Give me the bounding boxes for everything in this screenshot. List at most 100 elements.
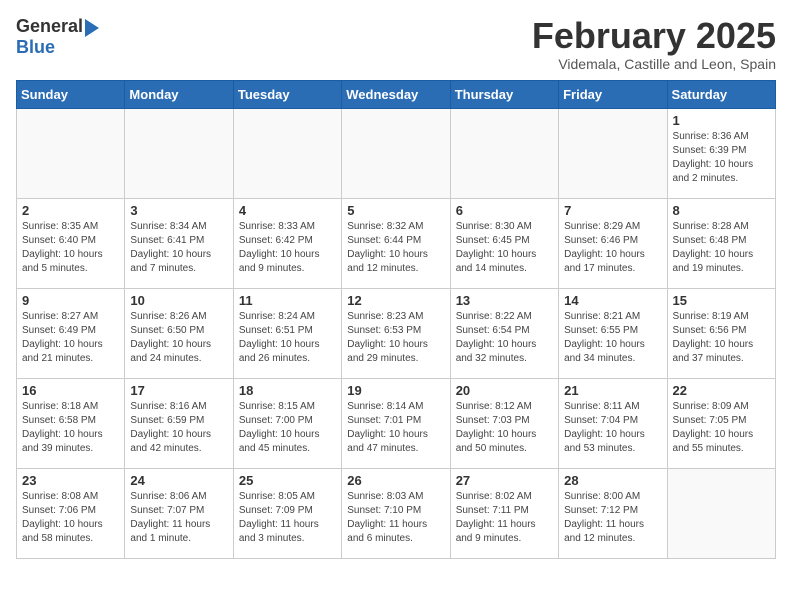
day-number: 15 — [673, 293, 770, 308]
table-row: 26 Sunrise: 8:03 AM Sunset: 7:10 PM Dayli… — [342, 468, 450, 558]
table-row: 9 Sunrise: 8:27 AM Sunset: 6:49 PM Daylig… — [17, 288, 125, 378]
table-row: 19Sunrise: 8:14 AM Sunset: 7:01 PM Dayli… — [342, 378, 450, 468]
header-saturday: Saturday — [667, 80, 775, 108]
table-row — [559, 108, 667, 198]
day-info: Sunrise: 8:33 AM Sunset: 6:42 PM Dayligh… — [239, 220, 336, 276]
day-number: 1 — [673, 113, 770, 128]
table-row — [125, 108, 233, 198]
table-row: 23 Sunrise: 8:08 AM Sunset: 7:06 PM Dayli… — [17, 468, 125, 558]
table-row: 13 Sunrise: 8:22 AM Sunset: 6:54 PM Dayli… — [450, 288, 558, 378]
header-wednesday: Wednesday — [342, 80, 450, 108]
day-number: 10 — [130, 293, 227, 308]
week-row-3: 9 Sunrise: 8:27 AM Sunset: 6:49 PM Daylig… — [17, 288, 776, 378]
day-info: Sunrise: 8:16 AM Sunset: 6:59 PM Dayligh… — [130, 400, 227, 456]
header-sunday: Sunday — [17, 80, 125, 108]
day-info: Sunrise: 8:02 AM Sunset: 7:11 PM Dayligh… — [456, 490, 553, 546]
day-info: Sunrise: 8:22 AM Sunset: 6:54 PM Dayligh… — [456, 310, 553, 366]
table-row: 21 Sunrise: 8:11 AM Sunset: 7:04 PM Dayli… — [559, 378, 667, 468]
day-info: Sunrise: 8:23 AM Sunset: 6:53 PM Dayligh… — [347, 310, 444, 366]
day-number: 23 — [22, 473, 119, 488]
table-row: 8 Sunrise: 8:28 AM Sunset: 6:48 PM Daylig… — [667, 198, 775, 288]
day-info: Sunrise: 8:06 AM Sunset: 7:07 PM Dayligh… — [130, 490, 227, 546]
table-row: 24 Sunrise: 8:06 AM Sunset: 7:07 PM Dayli… — [125, 468, 233, 558]
day-number: 17 — [130, 383, 227, 398]
day-number: 8 — [673, 203, 770, 218]
day-info: Sunrise: 8:28 AM Sunset: 6:48 PM Dayligh… — [673, 220, 770, 276]
day-info: Sunrise: 8:32 AM Sunset: 6:44 PM Dayligh… — [347, 220, 444, 276]
day-info: Sunrise: 8:30 AM Sunset: 6:45 PM Dayligh… — [456, 220, 553, 276]
day-info: Sunrise: 8:35 AM Sunset: 6:40 PM Dayligh… — [22, 220, 119, 276]
header-row: Sunday Monday Tuesday Wednesday Thursday… — [17, 80, 776, 108]
day-info: Sunrise: 8:27 AM Sunset: 6:49 PM Dayligh… — [22, 310, 119, 366]
day-number: 11 — [239, 293, 336, 308]
day-number: 22 — [673, 383, 770, 398]
table-row — [17, 108, 125, 198]
day-number: 7 — [564, 203, 661, 218]
day-number: 13 — [456, 293, 553, 308]
table-row: 14Sunrise: 8:21 AM Sunset: 6:55 PM Dayli… — [559, 288, 667, 378]
table-row: 5 Sunrise: 8:32 AM Sunset: 6:44 PM Daylig… — [342, 198, 450, 288]
day-number: 27 — [456, 473, 553, 488]
day-info: Sunrise: 8:09 AM Sunset: 7:05 PM Dayligh… — [673, 400, 770, 456]
table-row: 6Sunrise: 8:30 AM Sunset: 6:45 PM Daylig… — [450, 198, 558, 288]
day-info: Sunrise: 8:08 AM Sunset: 7:06 PM Dayligh… — [22, 490, 119, 546]
day-info: Sunrise: 8:29 AM Sunset: 6:46 PM Dayligh… — [564, 220, 661, 276]
day-number: 2 — [22, 203, 119, 218]
table-row: 7 Sunrise: 8:29 AM Sunset: 6:46 PM Daylig… — [559, 198, 667, 288]
day-number: 21 — [564, 383, 661, 398]
day-number: 24 — [130, 473, 227, 488]
logo-general-text: General — [16, 16, 83, 36]
week-row-2: 2 Sunrise: 8:35 AM Sunset: 6:40 PM Daylig… — [17, 198, 776, 288]
day-info: Sunrise: 8:26 AM Sunset: 6:50 PM Dayligh… — [130, 310, 227, 366]
logo-icon — [85, 19, 99, 37]
day-info: Sunrise: 8:34 AM Sunset: 6:41 PM Dayligh… — [130, 220, 227, 276]
day-info: Sunrise: 8:03 AM Sunset: 7:10 PM Dayligh… — [347, 490, 444, 546]
header-friday: Friday — [559, 80, 667, 108]
logo-blue-text: Blue — [16, 37, 55, 57]
week-row-1: 1 Sunrise: 8:36 AM Sunset: 6:39 PM Daylig… — [17, 108, 776, 198]
day-info: Sunrise: 8:11 AM Sunset: 7:04 PM Dayligh… — [564, 400, 661, 456]
logo: General Blue — [16, 16, 99, 58]
title-area: February 2025 Videmala, Castille and Leo… — [532, 16, 776, 72]
day-number: 3 — [130, 203, 227, 218]
table-row: 4 Sunrise: 8:33 AM Sunset: 6:42 PM Daylig… — [233, 198, 341, 288]
location-subtitle: Videmala, Castille and Leon, Spain — [532, 56, 776, 72]
day-number: 26 — [347, 473, 444, 488]
day-info: Sunrise: 8:24 AM Sunset: 6:51 PM Dayligh… — [239, 310, 336, 366]
table-row: 17 Sunrise: 8:16 AM Sunset: 6:59 PM Dayli… — [125, 378, 233, 468]
day-number: 9 — [22, 293, 119, 308]
day-number: 25 — [239, 473, 336, 488]
day-info: Sunrise: 8:15 AM Sunset: 7:00 PM Dayligh… — [239, 400, 336, 456]
day-number: 18 — [239, 383, 336, 398]
day-info: Sunrise: 8:36 AM Sunset: 6:39 PM Dayligh… — [673, 130, 770, 186]
day-info: Sunrise: 8:14 AM Sunset: 7:01 PM Dayligh… — [347, 400, 444, 456]
table-row: 1 Sunrise: 8:36 AM Sunset: 6:39 PM Daylig… — [667, 108, 775, 198]
day-number: 5 — [347, 203, 444, 218]
table-row: 27 Sunrise: 8:02 AM Sunset: 7:11 PM Dayli… — [450, 468, 558, 558]
table-row: 28Sunrise: 8:00 AM Sunset: 7:12 PM Dayli… — [559, 468, 667, 558]
day-number: 16 — [22, 383, 119, 398]
day-number: 14 — [564, 293, 661, 308]
table-row: 11 Sunrise: 8:24 AM Sunset: 6:51 PM Dayli… — [233, 288, 341, 378]
week-row-5: 23 Sunrise: 8:08 AM Sunset: 7:06 PM Dayli… — [17, 468, 776, 558]
table-row: 16 Sunrise: 8:18 AM Sunset: 6:58 PM Dayli… — [17, 378, 125, 468]
table-row: 20Sunrise: 8:12 AM Sunset: 7:03 PM Dayli… — [450, 378, 558, 468]
header-monday: Monday — [125, 80, 233, 108]
calendar-table: Sunday Monday Tuesday Wednesday Thursday… — [16, 80, 776, 559]
month-title: February 2025 — [532, 16, 776, 56]
day-number: 4 — [239, 203, 336, 218]
day-info: Sunrise: 8:18 AM Sunset: 6:58 PM Dayligh… — [22, 400, 119, 456]
table-row: 15 Sunrise: 8:19 AM Sunset: 6:56 PM Dayli… — [667, 288, 775, 378]
table-row — [667, 468, 775, 558]
day-number: 28 — [564, 473, 661, 488]
table-row — [233, 108, 341, 198]
header-thursday: Thursday — [450, 80, 558, 108]
table-row — [342, 108, 450, 198]
table-row: 18 Sunrise: 8:15 AM Sunset: 7:00 PM Dayli… — [233, 378, 341, 468]
day-info: Sunrise: 8:19 AM Sunset: 6:56 PM Dayligh… — [673, 310, 770, 366]
table-row: 22 Sunrise: 8:09 AM Sunset: 7:05 PM Dayli… — [667, 378, 775, 468]
table-row: 3 Sunrise: 8:34 AM Sunset: 6:41 PM Daylig… — [125, 198, 233, 288]
table-row: 12Sunrise: 8:23 AM Sunset: 6:53 PM Dayli… — [342, 288, 450, 378]
week-row-4: 16 Sunrise: 8:18 AM Sunset: 6:58 PM Dayli… — [17, 378, 776, 468]
day-number: 20 — [456, 383, 553, 398]
